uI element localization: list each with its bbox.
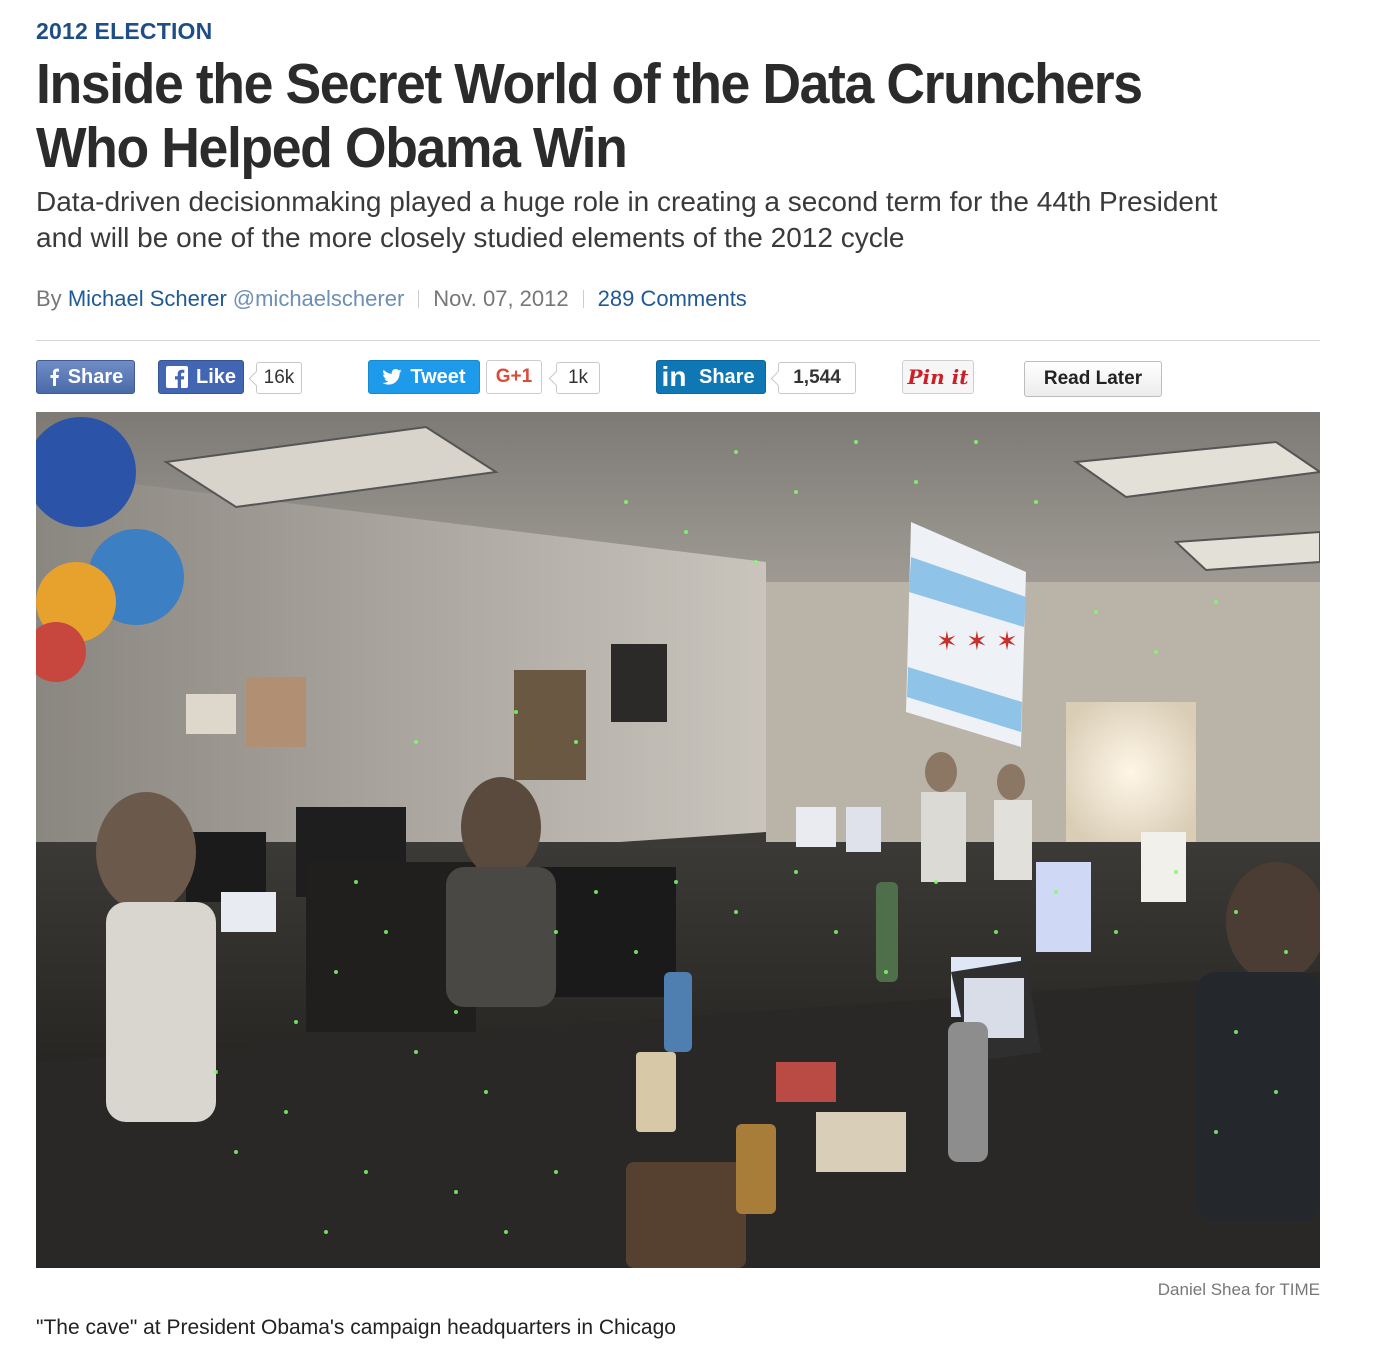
author-twitter-handle[interactable]: @michaelscherer (233, 286, 405, 312)
read-later-button[interactable]: Read Later (1024, 361, 1162, 397)
comments-link[interactable]: 289 Comments (598, 286, 747, 312)
divider (418, 290, 420, 308)
photo-credit: Daniel Shea for TIME (1157, 1280, 1320, 1299)
facebook-icon (165, 366, 188, 388)
pinterest-pin-it-button[interactable]: Pin it (902, 360, 974, 394)
byline-prefix: By (36, 286, 62, 311)
headline: Inside the Secret World of the Data Crun… (36, 52, 1143, 180)
office-photo-illustration: ✶ ✶ ✶ (36, 412, 1320, 1268)
google-plus-count: 1k (556, 362, 600, 394)
svg-text:✶ ✶ ✶: ✶ ✶ ✶ (936, 627, 1018, 657)
tweet-button[interactable]: Tweet (368, 360, 480, 394)
facebook-share-button[interactable]: Share (36, 360, 135, 394)
facebook-like-label: Like (195, 365, 237, 388)
linkedin-share-label: Share (699, 365, 755, 388)
facebook-share-label: Share (67, 365, 124, 388)
publish-date: Nov. 07, 2012 (433, 286, 569, 311)
section-kicker[interactable]: 2012 ELECTION (36, 18, 212, 45)
author-link[interactable]: Michael Scherer (68, 286, 227, 312)
divider (582, 290, 584, 308)
photo-caption: "The cave" at President Obama's campaign… (36, 1316, 676, 1339)
header-rule (36, 340, 1320, 341)
facebook-like-count: 16k (256, 362, 302, 394)
article-photo: ✶ ✶ ✶ (36, 412, 1320, 1268)
facebook-like-button[interactable]: Like (158, 360, 244, 394)
dek-subheadline: Data-driven decisionmaking played a huge… (36, 186, 1218, 253)
linkedin-icon: in (661, 361, 687, 392)
twitter-bird-icon (382, 369, 402, 385)
facebook-icon (48, 368, 60, 386)
share-bar: Share Like 16k Tweet G+1 1k in Share 1,5… (36, 360, 1320, 397)
byline: By Michael Scherer @michaelscherer Nov. … (36, 286, 747, 312)
google-plus-one-button[interactable]: G+1 (486, 360, 542, 394)
tweet-label: Tweet (410, 365, 466, 388)
linkedin-share-button[interactable]: in Share (656, 360, 766, 394)
linkedin-share-count: 1,544 (778, 362, 856, 394)
